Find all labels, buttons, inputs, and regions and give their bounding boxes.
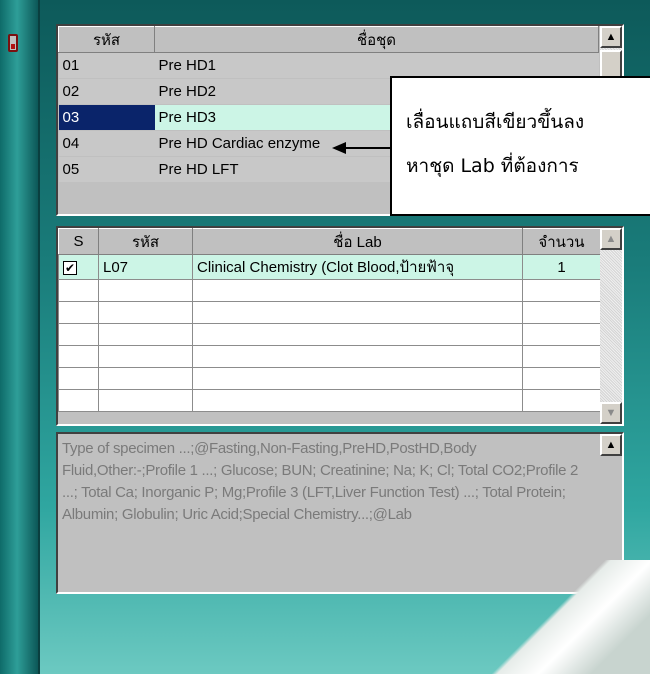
col-lab-name-header[interactable]: ชื่อ Lab xyxy=(192,228,523,255)
lab-empty-row xyxy=(58,345,601,368)
lab-grid[interactable]: S รหัส ชื่อ Lab จำนวน ✔ L07 Clinical Che… xyxy=(56,226,624,426)
annotation-callout: เลื่อนแถบสีเขียวขึ้นลง หาชุด Lab ที่ต้อง… xyxy=(390,76,650,216)
scroll-up-icon[interactable]: ▲ xyxy=(600,228,622,250)
scroll-down-icon[interactable]: ▼ xyxy=(600,402,622,424)
set-code: 02 xyxy=(58,78,155,105)
col-s-header[interactable]: S xyxy=(58,228,99,255)
lab-select-cell[interactable]: ✔ xyxy=(58,254,99,280)
set-code: 04 xyxy=(58,130,155,157)
col-qty-header[interactable]: จำนวน xyxy=(522,228,601,255)
set-name: Pre HD1 xyxy=(154,52,599,79)
marker-icon xyxy=(8,34,18,52)
lab-row-l07[interactable]: ✔ L07 Clinical Chemistry (Clot Blood,ป้า… xyxy=(58,254,601,280)
lab-empty-row xyxy=(58,279,601,302)
check-icon[interactable]: ✔ xyxy=(63,260,77,275)
scroll-up-icon[interactable]: ▲ xyxy=(600,26,622,48)
callout-line-2: หาชุด Lab ที่ต้องการ xyxy=(406,155,579,177)
col-name-header[interactable]: ชื่อชุด xyxy=(154,26,599,53)
lab-qty[interactable]: 1 xyxy=(522,254,601,280)
lab-empty-row xyxy=(58,323,601,346)
lab-code: L07 xyxy=(98,254,193,280)
lab-empty-row xyxy=(58,389,601,412)
col-lab-code-header[interactable]: รหัส xyxy=(98,228,193,255)
set-code: 01 xyxy=(58,52,155,79)
pointer-arrow-icon xyxy=(332,142,392,154)
lab-grid-scrollbar[interactable]: ▲ ▼ xyxy=(600,228,622,424)
callout-line-1: เลื่อนแถบสีเขียวขึ้นลง xyxy=(406,111,585,133)
set-code: 03 xyxy=(58,104,155,131)
lab-empty-row xyxy=(58,367,601,390)
scroll-up-icon[interactable]: ▲ xyxy=(600,434,622,456)
set-code: 05 xyxy=(58,156,155,183)
col-code-header[interactable]: รหัส xyxy=(58,26,155,53)
lab-table: S รหัส ชื่อ Lab จำนวน ✔ L07 Clinical Che… xyxy=(58,228,601,412)
lab-name: Clinical Chemistry (Clot Blood,ป้ายฟ้าจุ xyxy=(192,254,523,280)
lab-empty-row xyxy=(58,301,601,324)
page-curl-decoration xyxy=(470,560,650,674)
set-row-01[interactable]: 01 Pre HD1 xyxy=(58,52,599,79)
left-strip xyxy=(0,0,40,674)
